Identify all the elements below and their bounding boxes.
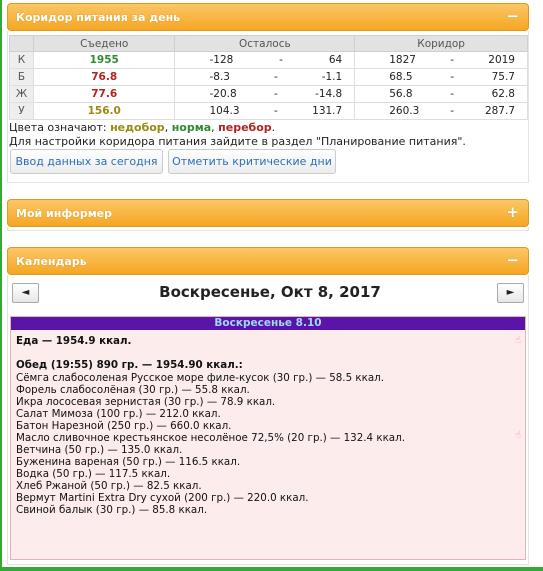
- calendar-panel-header[interactable]: Календарь −: [7, 247, 529, 275]
- hand-icon[interactable]: ☝: [515, 430, 521, 441]
- range-dash: -: [450, 54, 454, 66]
- color-legend: Цвета означают: недобор, норма, перебор.: [9, 121, 275, 134]
- range-to: 75.7: [491, 71, 515, 83]
- range-from: 260.3: [389, 105, 420, 117]
- legend-separator: ,: [164, 121, 172, 134]
- table-row: У 156.0 104.3 - 131.7 260.3 - 287.7: [9, 102, 528, 120]
- range-dash: -: [450, 88, 454, 100]
- header-eaten: Съедено: [32, 35, 176, 52]
- row-letter: Б: [9, 68, 34, 86]
- table-row: К 1955 -128 - 64 1827 - 2019: [9, 51, 528, 69]
- row-letter: К: [9, 51, 34, 69]
- eaten-value: 77.6: [32, 85, 176, 103]
- list-item: Батон Нарезной (250 гр.) — 660.0 ккал.: [16, 420, 232, 432]
- legend-under: недобор: [110, 121, 165, 134]
- range-from: 104.3: [209, 105, 240, 117]
- eaten-value: 1955: [32, 51, 176, 69]
- corridor-panel-header[interactable]: Коридор питания за день −: [7, 3, 529, 31]
- day-header: Воскресенье 8.10: [11, 317, 525, 330]
- legend-over: перебор: [218, 121, 272, 134]
- range-from: 68.5: [389, 71, 413, 83]
- next-day-button[interactable]: ►: [497, 283, 524, 303]
- range-from: 56.8: [389, 88, 413, 100]
- corridor-range: 68.5 - 75.7: [354, 68, 528, 86]
- collapse-icon[interactable]: −: [506, 253, 519, 268]
- remaining-range: -8.3 - -1.1: [174, 68, 356, 86]
- range-to: 131.7: [312, 105, 343, 117]
- corridor-range: 56.8 - 62.8: [354, 85, 528, 103]
- mark-critical-days-button[interactable]: Отметить критические дни: [168, 149, 336, 174]
- list-item: Сёмга слабосоленая Русское море филе-кус…: [16, 372, 385, 384]
- header-remaining: Осталось: [174, 35, 356, 52]
- remaining-range: -128 - 64: [174, 51, 356, 69]
- list-item: Масло сливочное крестьянское несолёное 7…: [16, 432, 405, 444]
- list-item: Буженина вареная (50 гр.) — 116.5 ккал.: [16, 456, 241, 468]
- corridor-range: 1827 - 2019: [354, 51, 528, 69]
- list-item: Хлеб Ржаной (50 гр.) — 82.5 ккал.: [16, 480, 202, 492]
- legend-normal: норма: [171, 121, 212, 134]
- informer-panel-header[interactable]: Мой информер +: [7, 199, 529, 227]
- food-total: Еда — 1954.9 ккал.: [16, 335, 132, 347]
- list-item: Свиной балык (30 гр.) — 85.8 ккал.: [16, 504, 208, 516]
- list-item: Икра лососевая зернистая (30 гр.) — 78.9…: [16, 396, 276, 408]
- header-letter: [9, 35, 34, 52]
- header-corridor: Коридор: [354, 35, 528, 52]
- eaten-value: 76.8: [32, 68, 176, 86]
- remaining-range: 104.3 - 131.7: [174, 102, 356, 120]
- range-dash: -: [279, 54, 283, 66]
- table-row: Б 76.8 -8.3 - -1.1 68.5 - 75.7: [9, 68, 528, 86]
- list-item: Ветчина (50 гр.) — 135.0 ккал.: [16, 444, 183, 456]
- range-to: 2019: [488, 54, 515, 66]
- eaten-value: 156.0: [32, 102, 176, 120]
- range-from: 1827: [389, 54, 416, 66]
- range-to: -14.8: [315, 88, 343, 100]
- expand-icon[interactable]: +: [506, 205, 519, 220]
- row-letter: Ж: [9, 85, 34, 103]
- hand-icon[interactable]: ☝: [515, 335, 521, 346]
- table-row: Ж 77.6 -20.8 - -14.8 56.8 - 62.8: [9, 85, 528, 103]
- list-item: Водка (50 гр.) — 117.5 ккал.: [16, 468, 171, 480]
- range-dash: -: [450, 105, 454, 117]
- day-entry-box: Воскресенье 8.10 Еда — 1954.9 ккал. ☝ Об…: [10, 316, 526, 560]
- range-dash: -: [273, 71, 278, 83]
- calendar-date-title: Воскресенье, Окт 8, 2017: [159, 283, 381, 301]
- row-letter: У: [9, 102, 34, 120]
- window-bottom-border: [0, 567, 543, 571]
- corridor-range: 260.3 - 287.7: [354, 102, 528, 120]
- informer-panel-body: [7, 227, 529, 231]
- range-from: -20.8: [209, 88, 237, 100]
- legend-prefix: Цвета означают:: [9, 121, 111, 134]
- range-from: -8.3: [209, 71, 230, 83]
- enter-today-data-button[interactable]: Ввод данных за сегодня: [10, 149, 163, 174]
- range-to: 62.8: [491, 88, 515, 100]
- range-dash: -: [273, 105, 278, 117]
- meal-title: Обед (19:55) 890 гр. — 1954.90 ккал.:: [16, 359, 243, 371]
- corridor-table: Съедено Осталось Коридор К 1955 -128 - 64 …: [9, 35, 528, 120]
- list-item: Салат Мимоза (100 гр.) — 212.0 ккал.: [16, 408, 221, 420]
- range-to: 64: [328, 54, 343, 66]
- corridor-hint: Для настройки коридора питания зайдите в…: [9, 135, 466, 148]
- legend-end: .: [271, 121, 276, 134]
- corridor-panel-title: Коридор питания за день: [16, 11, 181, 24]
- informer-panel-title: Мой информер: [16, 207, 113, 220]
- list-item: Вермут Martini Extra Dry сухой (200 гр.)…: [16, 492, 309, 504]
- range-to: -1.1: [321, 71, 343, 83]
- range-from: -128: [209, 54, 234, 66]
- window-left-border: [0, 0, 2, 571]
- calendar-panel-title: Календарь: [16, 255, 87, 268]
- range-dash: -: [450, 71, 454, 83]
- range-dash: -: [273, 88, 278, 100]
- list-item: Форель слабосолёная (30 гр.) — 55.8 ккал…: [16, 384, 250, 396]
- range-to: 287.7: [484, 105, 515, 117]
- corridor-table-header: Съедено Осталось Коридор: [9, 35, 528, 52]
- prev-day-button[interactable]: ◄: [12, 283, 39, 303]
- collapse-icon[interactable]: −: [506, 9, 519, 24]
- remaining-range: -20.8 - -14.8: [174, 85, 356, 103]
